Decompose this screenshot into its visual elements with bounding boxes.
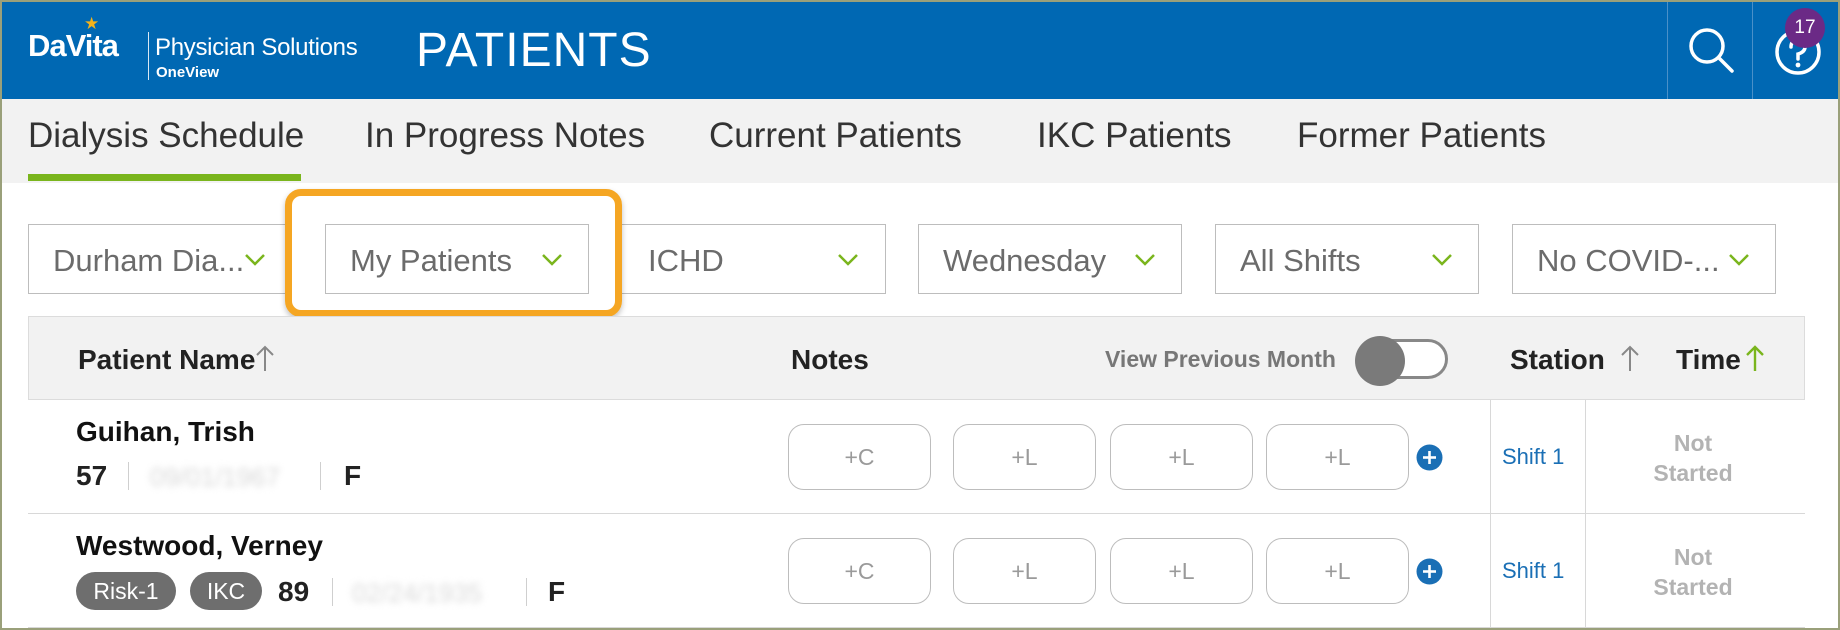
covid-dropdown[interactable]: No COVID-... [1512,224,1776,294]
product-subname: OneView [156,64,220,81]
top-header: DaVita ★ Physician Solutions OneView PAT… [2,2,1838,99]
treatment-status: Not Started [1639,428,1747,488]
status-line: Not [1673,430,1713,456]
add-c-note-button[interactable]: +C [788,538,931,604]
toggle-knob [1355,336,1405,386]
station-shift-link[interactable]: Shift 1 [1502,558,1564,584]
table-header: Patient Name Notes View Previous Month S… [28,316,1805,400]
status-line: Not [1673,544,1713,570]
patient-dob: 09/01/1967 [150,462,281,492]
plus-circle-icon[interactable] [1416,444,1443,471]
logo-star-icon: ★ [84,14,100,33]
arrow-up-icon[interactable] [1620,344,1640,372]
add-l-note-button[interactable]: +L [1110,538,1253,604]
covid-dropdown-value: No COVID-... [1537,243,1720,278]
tab-current-patients[interactable]: Current Patients [709,116,962,156]
chevron-down-icon [245,254,265,266]
modality-dropdown-value: ICHD [648,243,724,278]
patient-age: 57 [76,460,108,491]
add-l-note-button[interactable]: +L [953,538,1096,604]
chevron-down-icon [838,254,858,266]
add-l-note-button[interactable]: +L [1110,424,1253,490]
app-frame: DaVita ★ Physician Solutions OneView PAT… [0,0,1840,630]
divider [128,462,129,490]
column-notes: Notes [791,344,869,375]
product-name: Physician Solutions [155,34,358,61]
patient-dob: 02/24/1935 [352,578,483,608]
facility-dropdown[interactable]: Durham Dia... [28,224,288,294]
status-line: Started [1653,460,1733,486]
header-divider [1667,2,1668,99]
column-patient-name[interactable]: Patient Name [78,344,255,376]
tab-in-progress-notes[interactable]: In Progress Notes [365,116,645,156]
search-button[interactable] [1687,26,1735,74]
notification-badge[interactable]: 17 [1785,8,1825,48]
arrow-up-icon[interactable] [1745,344,1765,372]
filter-highlight-box [285,189,622,317]
risk-tag: Risk-1 [76,572,176,610]
plus-circle-icon[interactable] [1416,558,1443,585]
active-tab-indicator [28,174,301,181]
patient-name[interactable]: Westwood, Verney [76,530,323,562]
search-icon [1689,28,1734,73]
patient-name[interactable]: Guihan, Trish [76,416,255,448]
column-time[interactable]: Time [1676,344,1741,376]
chevron-down-icon [1432,254,1452,266]
logo-divider [148,32,149,80]
divider [332,578,333,606]
add-l-note-button[interactable]: +L [1266,538,1409,604]
column-station[interactable]: Station [1510,344,1605,376]
table-row[interactable]: Westwood, Verney Risk-1 IKC 89 02/24/193… [28,514,1805,628]
header-divider [1752,2,1753,99]
view-previous-month-label: View Previous Month [1105,346,1336,372]
station-shift-link[interactable]: Shift 1 [1502,444,1564,470]
chevron-down-icon [1135,254,1155,266]
divider [320,462,321,490]
add-l-note-button[interactable]: +L [1266,424,1409,490]
add-c-note-button[interactable]: +C [788,424,931,490]
tab-dialysis-schedule[interactable]: Dialysis Schedule [28,116,304,156]
modality-dropdown[interactable]: ICHD [622,224,886,294]
patient-sex: F [548,576,566,607]
shift-dropdown-value: All Shifts [1240,243,1361,278]
page-title: PATIENTS [416,24,652,77]
arrow-up-icon[interactable] [255,344,275,372]
davita-logo: DaVita [28,28,119,63]
patient-age: 89 [278,576,310,607]
patient-sex: F [344,460,362,491]
add-l-note-button[interactable]: +L [953,424,1096,490]
shift-dropdown[interactable]: All Shifts [1215,224,1479,294]
facility-dropdown-value: Durham Dia... [53,243,245,278]
day-dropdown[interactable]: Wednesday [918,224,1182,294]
view-previous-month-toggle[interactable] [1355,336,1448,386]
chevron-down-icon [1729,254,1749,266]
divider [526,578,527,606]
table-row[interactable]: Guihan, Trish 57 09/01/1967 F +C +L +L +… [28,400,1805,514]
ikc-tag: IKC [190,572,262,610]
day-dropdown-value: Wednesday [943,243,1107,278]
tab-former-patients[interactable]: Former Patients [1297,116,1546,156]
status-line: Started [1653,574,1733,600]
tab-ikc-patients[interactable]: IKC Patients [1037,116,1232,156]
tab-bar: Dialysis Schedule In Progress Notes Curr… [2,99,1838,183]
treatment-status: Not Started [1639,542,1747,602]
